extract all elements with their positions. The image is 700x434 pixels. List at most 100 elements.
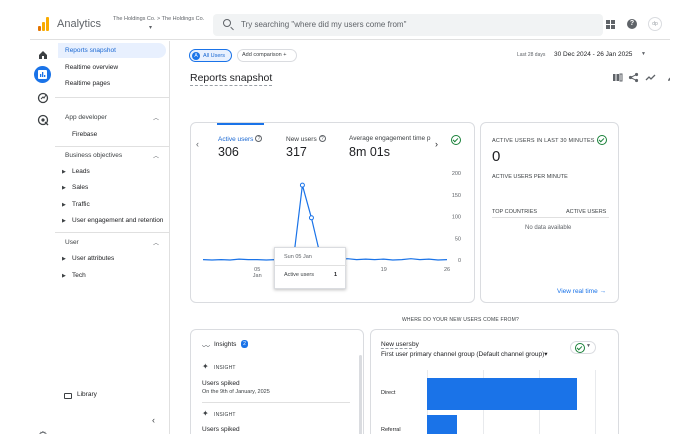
app-title: Analytics bbox=[57, 18, 102, 30]
left-rail: ⚙ bbox=[30, 41, 55, 434]
nav-user-attributes[interactable]: User attributes bbox=[72, 255, 164, 262]
insight-headline[interactable]: Users spiked bbox=[202, 426, 240, 433]
insights-card: 〰 Insights 2 ✦ INSIGHT Users spiked On t… bbox=[190, 329, 364, 434]
tooltip-date: Sun 05 Jan bbox=[284, 254, 312, 260]
advertising-icon[interactable] bbox=[37, 114, 49, 126]
nav-divider bbox=[55, 146, 169, 147]
insights-scrollbar[interactable] bbox=[359, 355, 362, 434]
nav-leads[interactable]: Leads bbox=[72, 168, 164, 175]
no-data-message: No data available bbox=[525, 225, 572, 231]
check-circle-icon[interactable] bbox=[451, 135, 461, 145]
bar-label-direct: Direct bbox=[381, 390, 396, 396]
share-icon[interactable] bbox=[628, 72, 639, 83]
metric-new-users-label[interactable]: New users? bbox=[286, 135, 326, 143]
active-users-header: ACTIVE USERS bbox=[566, 209, 607, 215]
nav-firebase[interactable]: Firebase bbox=[72, 131, 164, 138]
view-realtime-link[interactable]: View real time → bbox=[557, 288, 606, 295]
caret-right-icon[interactable]: ▶ bbox=[62, 185, 66, 191]
status-menu-button[interactable] bbox=[570, 341, 596, 354]
edit-pencil-icon[interactable] bbox=[666, 72, 670, 83]
metric-label-text: New users bbox=[286, 136, 317, 143]
caret-right-icon[interactable]: ▶ bbox=[62, 218, 66, 224]
tooltip-value: 1 bbox=[334, 272, 338, 278]
search-input[interactable]: Try searching "where did my users come f… bbox=[241, 20, 406, 29]
chevron-down-icon[interactable]: ▼ bbox=[586, 343, 591, 349]
caret-right-icon[interactable]: ▶ bbox=[62, 273, 66, 279]
search-bar[interactable]: Try searching "where did my users come f… bbox=[213, 14, 603, 36]
sparkle-icon: ✦ bbox=[202, 362, 209, 371]
account-breadcrumb[interactable]: The Holdings Co. > The Holdings Co. bbox=[113, 16, 204, 22]
x-tick-label: 19 bbox=[381, 267, 387, 273]
explore-icon[interactable] bbox=[37, 92, 49, 104]
top-countries-header: TOP COUNTRIES bbox=[492, 209, 538, 215]
nav-traffic[interactable]: Traffic bbox=[72, 201, 164, 208]
insight-headline[interactable]: Users spiked bbox=[202, 380, 240, 387]
check-circle-icon[interactable] bbox=[597, 135, 607, 145]
home-icon[interactable] bbox=[37, 49, 49, 61]
realtime-value: 0 bbox=[492, 148, 501, 165]
chevron-up-icon[interactable]: ︿ bbox=[153, 151, 159, 160]
data-point[interactable] bbox=[308, 215, 314, 221]
grid-line bbox=[595, 370, 596, 434]
insight-tag: INSIGHT bbox=[214, 365, 236, 371]
avatar[interactable]: dp bbox=[648, 17, 662, 31]
nav-section-user[interactable]: User bbox=[65, 239, 79, 246]
chevron-left-icon[interactable]: ‹ bbox=[196, 139, 199, 149]
date-range-label: Last 28 days bbox=[517, 52, 546, 58]
add-comparison-button[interactable]: Add comparison + bbox=[237, 49, 297, 62]
help-circle-icon[interactable]: ? bbox=[255, 135, 263, 142]
by-label: by bbox=[412, 341, 419, 348]
table-divider bbox=[492, 217, 609, 218]
insight-tag: INSIGHT bbox=[214, 412, 236, 418]
nav-realtime-overview[interactable]: Realtime overview bbox=[58, 60, 166, 75]
users-overview-card: ‹ Active users? 306 New users? 317 Avera… bbox=[190, 122, 475, 303]
bar-referral[interactable] bbox=[427, 415, 457, 434]
bar-direct[interactable] bbox=[427, 378, 577, 410]
collapse-chevron-icon[interactable]: ‹ bbox=[152, 415, 155, 425]
nav-reports-snapshot[interactable]: Reports snapshot bbox=[58, 43, 166, 58]
caret-right-icon[interactable]: ▶ bbox=[62, 202, 66, 208]
page-title: Reports snapshot bbox=[190, 72, 273, 86]
chevron-right-icon[interactable]: › bbox=[435, 139, 438, 149]
nav-sales[interactable]: Sales bbox=[72, 184, 164, 191]
dimension-selector[interactable]: First user primary channel group (Defaul… bbox=[381, 350, 548, 358]
tooltip-divider bbox=[275, 265, 347, 266]
nav-user-engagement[interactable]: User engagement and retention bbox=[72, 217, 164, 224]
nav-tech[interactable]: Tech bbox=[72, 272, 164, 279]
nav-realtime-pages[interactable]: Realtime pages bbox=[58, 76, 166, 91]
account-caret-icon[interactable]: ▾ bbox=[149, 24, 152, 31]
help-circle-icon[interactable]: ? bbox=[318, 135, 326, 142]
y-tick-label: 50 bbox=[455, 236, 461, 242]
chevron-down-icon[interactable]: ▼ bbox=[641, 51, 646, 57]
reports-nav-button[interactable] bbox=[34, 66, 51, 83]
reports-icon bbox=[38, 70, 47, 79]
chevron-up-icon[interactable]: ︿ bbox=[153, 113, 159, 122]
insights-trend-icon[interactable] bbox=[645, 72, 656, 83]
metric-engagement-label[interactable]: Average engagement time p bbox=[349, 135, 431, 142]
chevron-up-icon[interactable]: ︿ bbox=[153, 238, 159, 247]
apps-grid-icon[interactable] bbox=[606, 20, 615, 29]
check-circle-icon bbox=[575, 343, 585, 353]
metric-active-users-value: 306 bbox=[218, 145, 239, 159]
data-point[interactable] bbox=[299, 182, 305, 188]
y-tick-label: 150 bbox=[452, 193, 461, 199]
realtime-card: ACTIVE USERS IN LAST 30 MINUTES 0 ACTIVE… bbox=[480, 122, 619, 303]
bar-label-referral: Referral bbox=[381, 427, 401, 433]
analytics-window: Analytics The Holdings Co. > The Holding… bbox=[30, 12, 670, 434]
insight-detail: On the 9th of January, 2025 bbox=[202, 389, 270, 395]
caret-right-icon[interactable]: ▶ bbox=[62, 169, 66, 175]
nav-divider bbox=[55, 97, 169, 98]
new-users-title[interactable]: New users bbox=[381, 341, 412, 349]
all-users-chip[interactable]: A All Users bbox=[189, 49, 232, 62]
compare-columns-icon[interactable] bbox=[612, 72, 623, 83]
help-icon[interactable]: ? bbox=[627, 19, 637, 29]
date-range-picker[interactable]: 30 Dec 2024 - 26 Jan 2025 bbox=[554, 51, 632, 58]
folder-icon bbox=[64, 393, 72, 399]
caret-right-icon[interactable]: ▶ bbox=[62, 256, 66, 262]
all-users-label: All Users bbox=[203, 53, 226, 59]
nav-section-app-developer[interactable]: App developer bbox=[65, 114, 107, 121]
metric-active-users-label[interactable]: Active users? bbox=[218, 135, 263, 143]
nav-section-business-objectives[interactable]: Business objectives bbox=[65, 152, 122, 159]
admin-gear-icon[interactable]: ⚙ bbox=[38, 429, 48, 434]
nav-library[interactable]: Library bbox=[77, 391, 97, 398]
